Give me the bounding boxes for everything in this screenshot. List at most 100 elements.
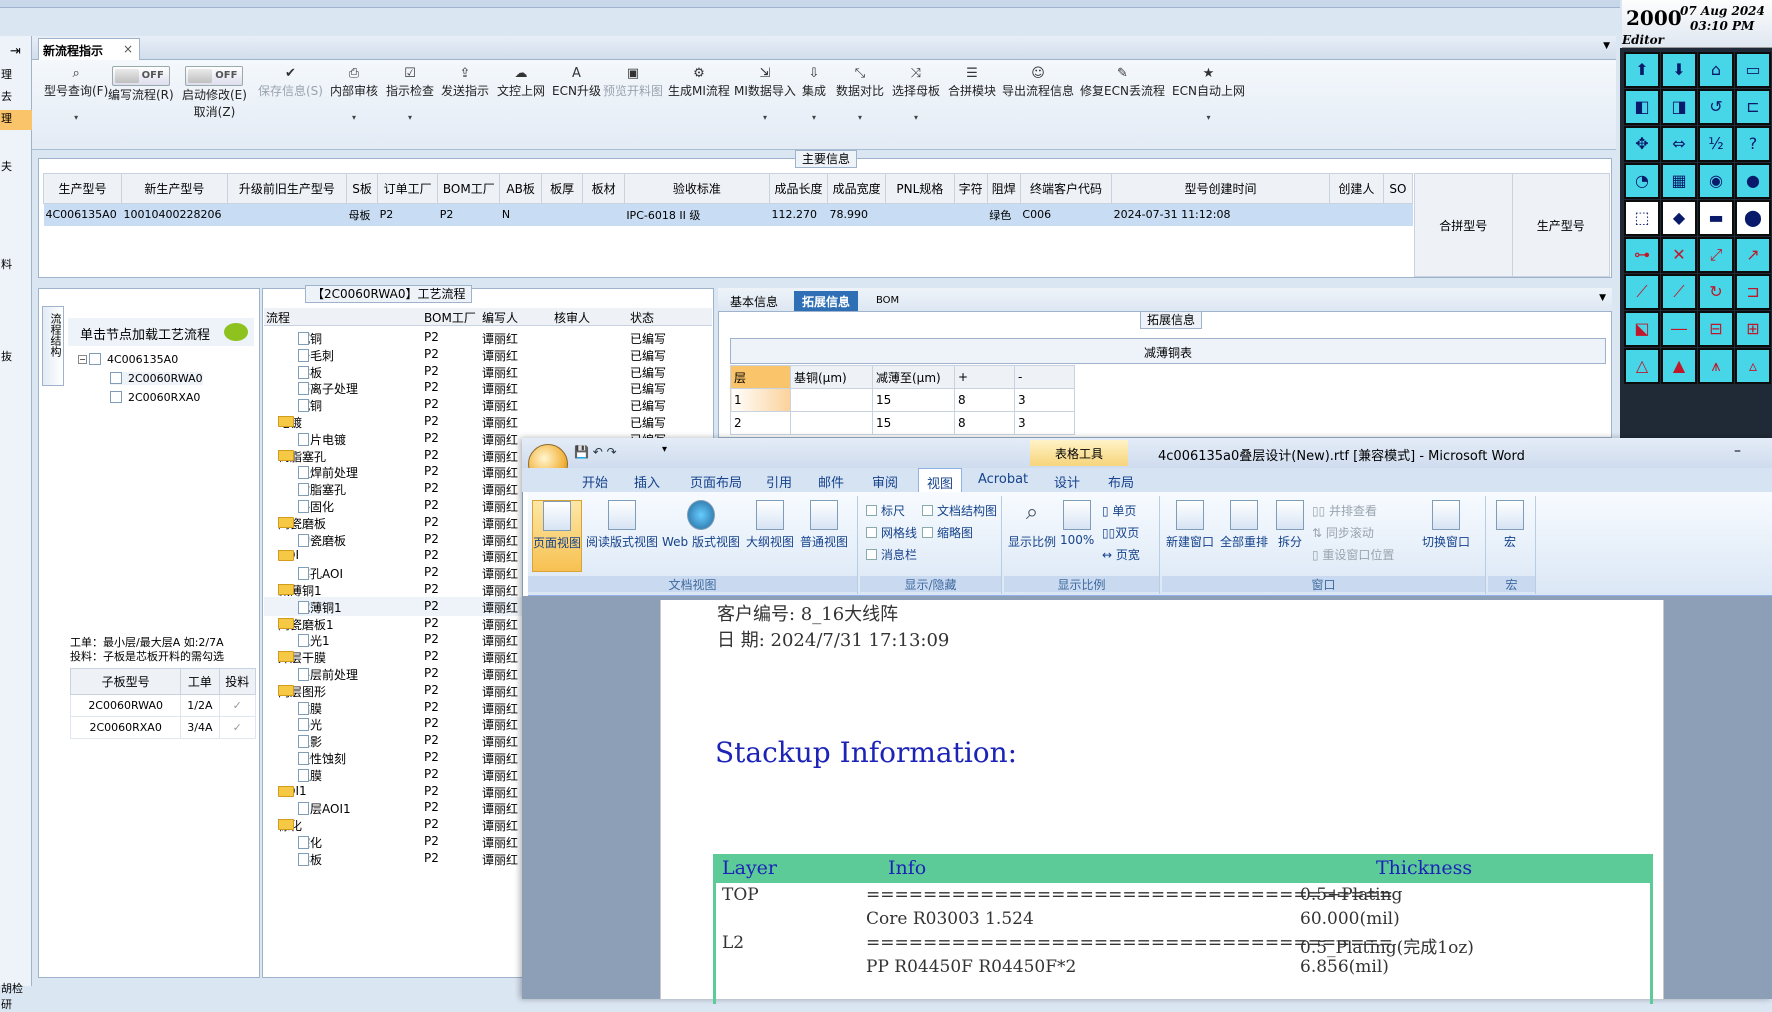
palette-tool-icon[interactable]: ⇔ — [1661, 126, 1697, 162]
pin-icon[interactable]: ⇥ — [10, 44, 21, 59]
table-row[interactable]: 1 15 8 3 — [730, 388, 1075, 412]
palette-tool-icon[interactable]: ↻ — [1698, 274, 1734, 310]
word-page[interactable]: 客户编号: 8_16大线阵 日 期: 2024/7/31 17:13:09 St… — [660, 600, 1664, 1004]
tab-review[interactable]: 审阅 — [872, 472, 898, 491]
tree-node[interactable]: 2C0060RWA0 — [110, 372, 203, 385]
left-nav-item[interactable]: 理 — [0, 66, 32, 86]
checkbox[interactable]: ✓ — [218, 716, 257, 739]
structure-vertical-tab[interactable]: 流程结构 — [42, 306, 64, 386]
tab-acrobat[interactable]: Acrobat — [978, 472, 1028, 487]
palette-tool-icon[interactable]: ⊞ — [1735, 311, 1771, 347]
column-header[interactable]: BOM工厂 — [437, 173, 501, 204]
column-header[interactable]: 板厚 — [540, 173, 584, 204]
palette-tool-icon[interactable]: ▦ — [1661, 163, 1697, 199]
query-button[interactable]: ⌕ 型号查询(F) ▾ — [44, 66, 108, 122]
switch-window-button[interactable]: 切换窗口 — [1422, 500, 1470, 550]
column-header[interactable]: 状态 — [630, 309, 654, 326]
tab-dropdown-icon[interactable]: ▼ — [1599, 293, 1606, 303]
repair-ecn-button[interactable]: ✎ 修复ECN丢流程 — [1080, 66, 1165, 99]
column-header[interactable]: 成品长度 — [768, 173, 829, 204]
sync-scroll-button[interactable]: ⇅ 同步滚动 — [1312, 524, 1374, 541]
column-header[interactable]: 减薄至(μm) — [872, 365, 955, 389]
gridlines-checkbox[interactable]: 网格线 — [866, 524, 917, 541]
palette-tool-icon[interactable]: ◔ — [1624, 163, 1660, 199]
reset-position-button[interactable]: ▯ 重设窗口位置 — [1312, 546, 1394, 563]
quick-access-toolbar[interactable]: 💾 ↶ ↷ — [574, 445, 617, 459]
tree-node[interactable]: 2C0060RXA0 — [110, 391, 200, 404]
column-header[interactable]: SO — [1382, 173, 1414, 204]
palette-tool-icon[interactable]: ▬ — [1698, 200, 1734, 236]
off-toggle[interactable]: OFF — [185, 66, 244, 86]
outline-button[interactable]: 大纲视图 — [746, 500, 794, 550]
select-master-button[interactable]: ⤨ 选择母板 ▾ — [892, 66, 940, 122]
tab-home[interactable]: 开始 — [582, 472, 608, 491]
split-button[interactable]: 拆分 — [1276, 500, 1304, 550]
left-nav-item[interactable]: 料 — [0, 256, 32, 276]
zoom-button[interactable]: ⌕ 显示比例 — [1008, 500, 1056, 550]
preview-cut-button[interactable]: ▣ 预览开料图 — [603, 66, 663, 99]
integrate-button[interactable]: ⇩ 集成 ▾ — [802, 66, 826, 122]
tab-insert[interactable]: 插入 — [634, 472, 660, 491]
tab-references[interactable]: 引用 — [766, 472, 792, 491]
palette-tool-icon[interactable]: ▭ — [1735, 52, 1771, 88]
two-pages-button[interactable]: ▯▯双页 — [1102, 524, 1139, 541]
column-header[interactable]: - — [1014, 365, 1075, 389]
tab-basic-info[interactable]: 基本信息 — [722, 291, 786, 311]
palette-tool-icon[interactable]: ⬆ — [1624, 52, 1660, 88]
palette-tool-icon[interactable]: ● — [1735, 163, 1771, 199]
column-header[interactable]: 流程 — [266, 309, 290, 326]
ecn-upgrade-button[interactable]: A ECN升级 — [552, 66, 601, 99]
minimize-button[interactable]: – — [1734, 443, 1741, 459]
palette-tool-icon[interactable]: ⬚ — [1624, 200, 1660, 236]
column-header[interactable]: 订单工厂 — [377, 173, 439, 204]
column-header[interactable]: 子板型号 — [69, 668, 182, 695]
send-instruction-button[interactable]: ⇪ 发送指示 — [441, 66, 489, 99]
arrange-all-button[interactable]: 全部重排 — [1220, 500, 1268, 550]
column-header[interactable]: 投料 — [218, 668, 257, 695]
column-header[interactable]: 验收标准 — [623, 173, 770, 204]
data-compare-button[interactable]: ⤡ 数据对比 ▾ — [836, 66, 884, 122]
export-flow-button[interactable]: ☺ 导出流程信息 — [1002, 66, 1074, 99]
doc-upload-button[interactable]: ☁ 文控上网 — [497, 66, 545, 99]
gen-mi-flow-button[interactable]: ⚙ 生成MI流程 — [668, 66, 730, 99]
ruler-checkbox[interactable]: 标尺 — [866, 502, 905, 519]
column-header[interactable]: 阻焊 — [986, 173, 1021, 204]
chat-bubble-icon[interactable] — [224, 323, 248, 341]
palette-tool-icon[interactable]: ↺ — [1698, 89, 1734, 125]
palette-tool-icon[interactable]: ? — [1735, 126, 1771, 162]
palette-tool-icon[interactable]: ↗ — [1735, 237, 1771, 273]
left-nav-item-selected[interactable]: 理 — [0, 110, 32, 130]
tab-bom[interactable]: BOM — [868, 293, 907, 313]
web-layout-button[interactable]: Web 版式视图 — [662, 500, 740, 550]
palette-tool-icon[interactable]: ⟋ — [1661, 274, 1697, 310]
edit-flow-toggle[interactable]: OFF 编写流程(R) — [108, 66, 174, 103]
draft-button[interactable]: 普通视图 — [800, 500, 848, 550]
table-row-selected[interactable]: 4C006135A0 10010400228206 母板 P2 P2 N IPC-6018 … — [43, 203, 1413, 226]
message-bar-checkbox[interactable]: 消息栏 — [866, 546, 917, 563]
palette-tool-icon[interactable]: ✕ — [1661, 237, 1697, 273]
palette-tool-icon[interactable]: ⬤ — [1735, 200, 1771, 236]
palette-tool-icon[interactable]: ⟋ — [1624, 274, 1660, 310]
palette-tool-icon[interactable]: ✥ — [1624, 126, 1660, 162]
column-header[interactable]: PNL规格 — [885, 173, 955, 204]
column-header[interactable]: 核审人 — [554, 309, 590, 326]
palette-tool-icon[interactable]: ⤢ — [1698, 237, 1734, 273]
palette-tool-icon[interactable]: ⊶ — [1624, 237, 1660, 273]
save-info-button[interactable]: ✔ 保存信息(S) — [258, 66, 323, 99]
quick-access-dropdown[interactable]: ▾ — [662, 444, 667, 455]
column-header[interactable]: 编写人 — [482, 309, 518, 326]
palette-tool-icon[interactable]: ◆ — [1661, 200, 1697, 236]
print-layout-button[interactable]: 页面视图 — [532, 500, 582, 572]
column-header[interactable]: S板 — [345, 173, 379, 204]
table-row[interactable]: 2 15 8 3 — [730, 411, 1075, 435]
tab-page-layout[interactable]: 页面布局 — [690, 472, 742, 491]
column-header[interactable]: 创建人 — [1328, 173, 1384, 204]
macro-button[interactable]: 宏 — [1496, 500, 1524, 550]
palette-tool-icon[interactable]: ― — [1661, 311, 1697, 347]
page-width-button[interactable]: ↔ 页宽 — [1102, 546, 1140, 563]
merge-module-button[interactable]: ☰ 合拼模块 — [948, 66, 996, 99]
tab-new-flow-instruction[interactable]: 新流程指示 × — [38, 38, 140, 60]
column-header[interactable]: 型号创建时间 — [1111, 173, 1330, 204]
one-page-button[interactable]: ▯ 单页 — [1102, 502, 1136, 519]
left-nav-item[interactable]: 抜 — [0, 348, 32, 368]
